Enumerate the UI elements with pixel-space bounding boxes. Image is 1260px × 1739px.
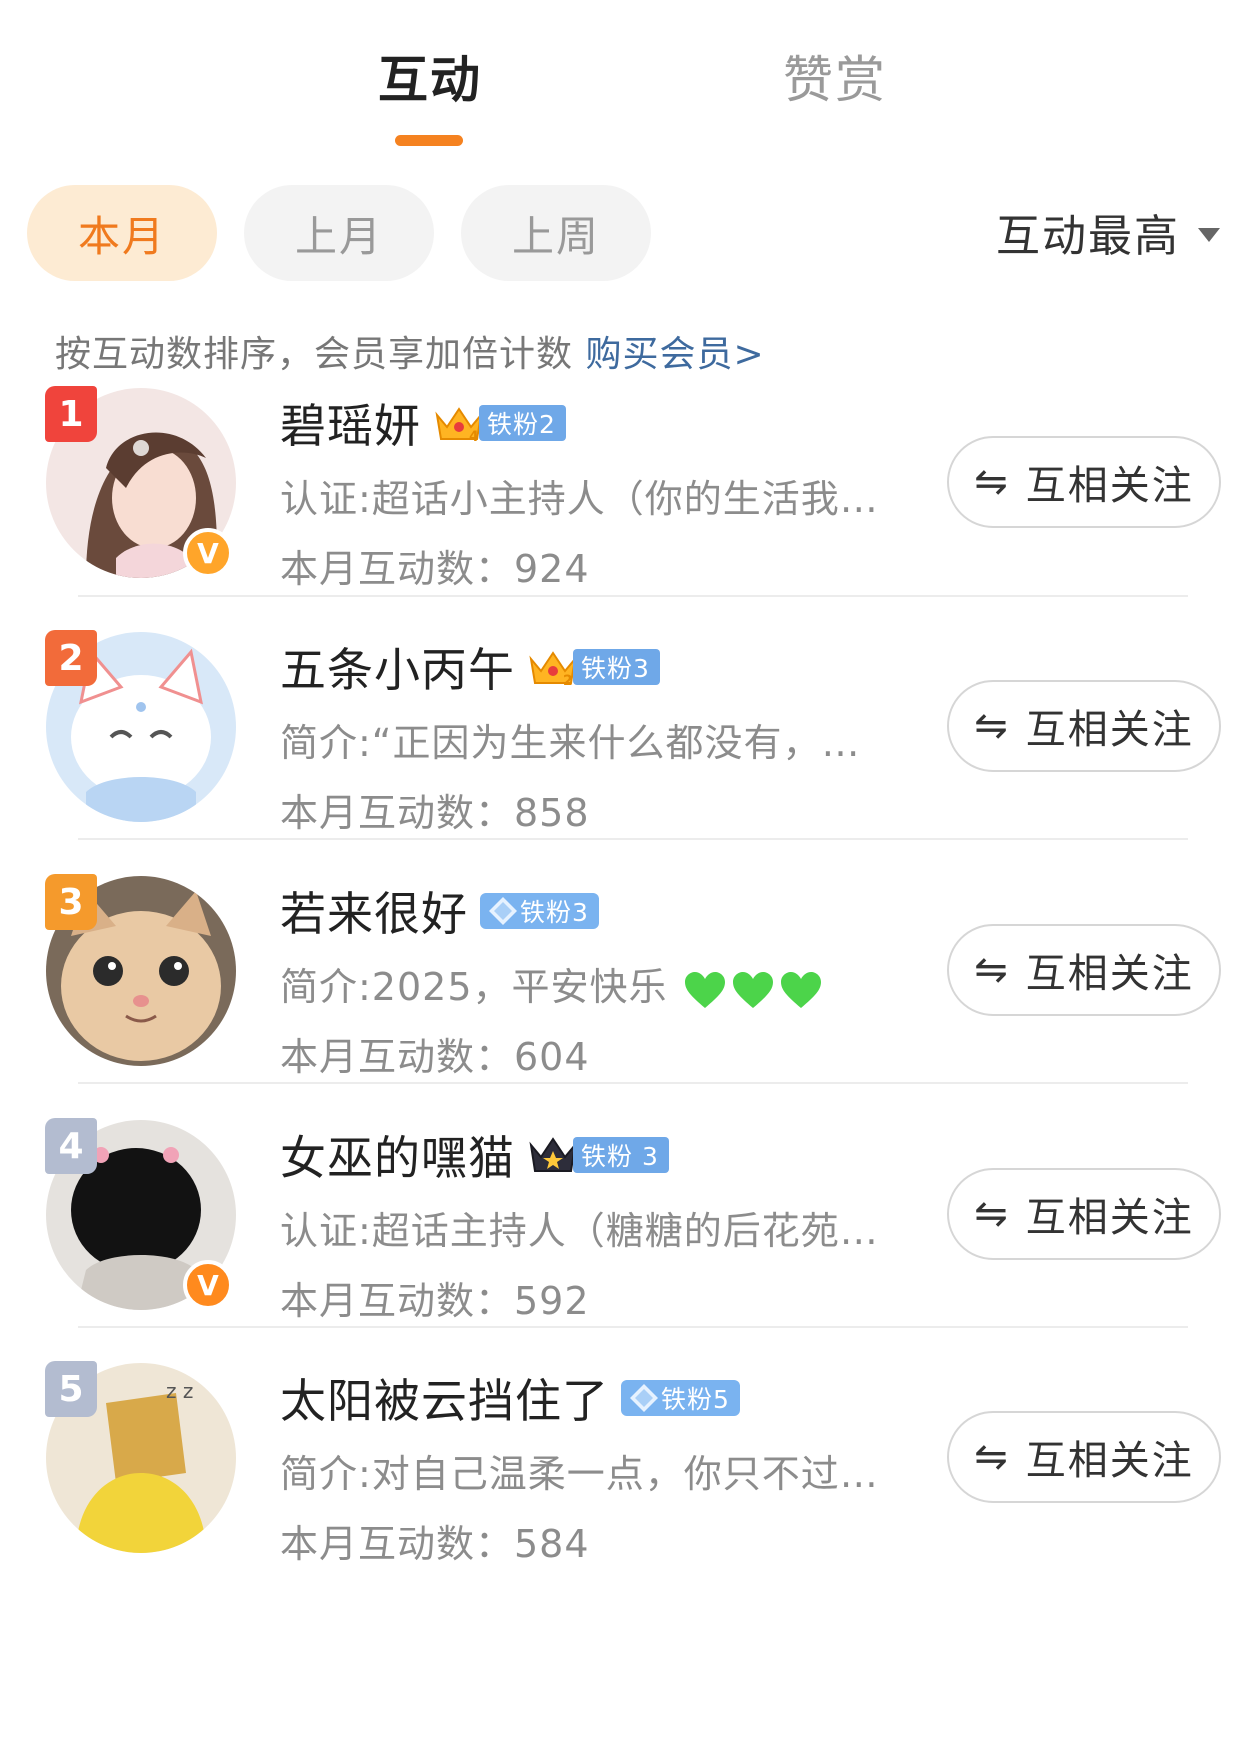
name-row: 女巫的嘿猫 铁粉 3: [280, 1122, 669, 1188]
hint-text: 按互动数排序，会员享加倍计数: [55, 334, 586, 375]
swap-arrows-icon: ⇋: [974, 1434, 1010, 1480]
fan-badge: 铁粉3: [480, 889, 599, 933]
name-row: 碧瑶妍 4 铁粉2: [280, 390, 566, 456]
diamond-icon: [630, 1384, 658, 1412]
verified-icon: V: [183, 528, 233, 578]
period-last-week[interactable]: 上周: [461, 185, 651, 281]
rank-badge: 2: [45, 630, 97, 686]
green-heart-icon: [684, 971, 725, 1008]
follow-label: 互相关注: [1025, 1195, 1194, 1241]
crown-level: 4: [469, 429, 479, 445]
user-name[interactable]: 女巫的嘿猫: [280, 1122, 515, 1188]
swap-arrows-icon: ⇋: [974, 947, 1010, 993]
mutual-follow-button[interactable]: ⇋ 互相关注: [947, 924, 1221, 1016]
list-item[interactable]: 4 V 女巫的嘿猫 铁粉 3 认证:超话主持人（糖糖的后花苑… 本月互动数：59…: [0, 1118, 1260, 1390]
crown-level: 2: [563, 673, 573, 689]
fan-level-text: 铁粉5: [661, 1385, 730, 1414]
top-tabs: 互动 赞赏: [0, 0, 1260, 160]
rank-badge: 5: [45, 1361, 97, 1417]
mutual-follow-button[interactable]: ⇋ 互相关注: [947, 680, 1221, 772]
buy-membership-link[interactable]: 购买会员>: [585, 334, 764, 375]
user-name[interactable]: 碧瑶妍: [280, 390, 421, 456]
list-item[interactable]: 2 五条小丙午 2 铁粉3 简介:“正因为生来什么都没有，… 本月互动数：858…: [0, 630, 1260, 902]
user-name[interactable]: 若来很好: [280, 878, 468, 944]
rank-badge: 3: [45, 874, 97, 930]
user-description: 简介:2025，平安快乐: [280, 956, 900, 1011]
follow-label: 互相关注: [1025, 707, 1194, 753]
user-name[interactable]: 五条小丙午: [280, 634, 515, 700]
green-hearts: [683, 970, 823, 1010]
interaction-count: 本月互动数：924: [280, 547, 590, 591]
user-description: 简介:“正因为生来什么都没有，…: [280, 721, 861, 765]
fan-badge: 铁粉5: [621, 1376, 740, 1420]
dark-crown-icon: [529, 1137, 577, 1172]
verified-icon: V: [183, 1260, 233, 1310]
interaction-count: 本月互动数：584: [280, 1522, 590, 1566]
swap-arrows-icon: ⇋: [974, 1191, 1010, 1237]
fan-badge: 4 铁粉2: [433, 401, 566, 445]
period-last-month[interactable]: 上月: [244, 185, 434, 281]
fan-level-tag: 铁粉5: [621, 1380, 740, 1416]
diamond-icon: [489, 897, 517, 925]
name-row: 若来很好 铁粉3: [280, 878, 599, 944]
name-row: 太阳被云挡住了 铁粉5: [280, 1365, 740, 1431]
fan-level-tag: 铁粉3: [480, 893, 599, 929]
follow-label: 互相关注: [1025, 463, 1194, 509]
user-description: 认证:超话主持人（糖糖的后花苑…: [280, 1209, 879, 1253]
mutual-follow-button[interactable]: ⇋ 互相关注: [947, 1168, 1221, 1260]
interaction-count: 本月互动数：592: [280, 1279, 590, 1323]
divider: [78, 595, 1188, 597]
sort-dropdown[interactable]: 互动最高: [996, 200, 1220, 264]
green-heart-icon: [780, 971, 821, 1008]
list-item[interactable]: 3 若来很好 铁粉3 简介:2025，平安快乐 本月互动数：604 ⇋ 互相关注: [0, 874, 1260, 1146]
swap-arrows-icon: ⇋: [974, 459, 1010, 505]
user-description: 认证:超话小主持人（你的生活我…: [280, 477, 879, 521]
user-description: 简介:对自己温柔一点，你只不过…: [280, 1452, 879, 1496]
divider: [78, 838, 1188, 840]
mutual-follow-button[interactable]: ⇋ 互相关注: [947, 1411, 1221, 1503]
user-name[interactable]: 太阳被云挡住了: [280, 1365, 609, 1431]
fan-level-tag: 铁粉2: [479, 405, 566, 441]
interaction-count: 本月互动数：858: [280, 791, 590, 835]
tab-interaction[interactable]: 互动: [378, 40, 482, 112]
swap-arrows-icon: ⇋: [974, 703, 1010, 749]
interaction-count: 本月互动数：604: [280, 1035, 590, 1079]
divider: [78, 1082, 1188, 1084]
svg-text:z z: z z: [166, 1379, 193, 1403]
mutual-follow-button[interactable]: ⇋ 互相关注: [947, 436, 1221, 528]
name-row: 五条小丙午 2 铁粉3: [280, 634, 660, 700]
period-this-month[interactable]: 本月: [27, 185, 217, 281]
list-item[interactable]: 1 V 碧瑶妍 4 铁粉2 认证:超话小主持人（你的生活我… 本月互动数：924…: [0, 386, 1260, 658]
fan-badge: 2 铁粉3: [527, 645, 660, 689]
fan-level-text: 铁粉3: [520, 898, 589, 927]
follow-label: 互相关注: [1025, 1438, 1194, 1484]
caret-down-icon: [1198, 228, 1220, 242]
tab-rewards[interactable]: 赞赏: [783, 40, 887, 112]
green-heart-icon: [732, 971, 773, 1008]
sort-label: 互动最高: [996, 211, 1180, 262]
active-tab-indicator: [395, 135, 463, 146]
rank-badge: 4: [45, 1118, 97, 1174]
sort-hint: 按互动数排序，会员享加倍计数 购买会员>: [55, 325, 765, 377]
fan-badge: 铁粉 3: [527, 1133, 669, 1177]
rank-badge: 1: [45, 386, 97, 442]
crown-icon: 2: [529, 651, 577, 689]
divider: [78, 1326, 1188, 1328]
fan-level-tag: 铁粉 3: [573, 1137, 669, 1173]
crown-icon: 4: [435, 407, 483, 445]
follow-label: 互相关注: [1025, 951, 1194, 997]
fan-level-tag: 铁粉3: [573, 649, 660, 685]
description-text: 简介:2025，平安快乐: [280, 965, 668, 1009]
list-item[interactable]: z z 5 太阳被云挡住了 铁粉5 简介:对自己温柔一点，你只不过… 本月互动数…: [0, 1361, 1260, 1633]
